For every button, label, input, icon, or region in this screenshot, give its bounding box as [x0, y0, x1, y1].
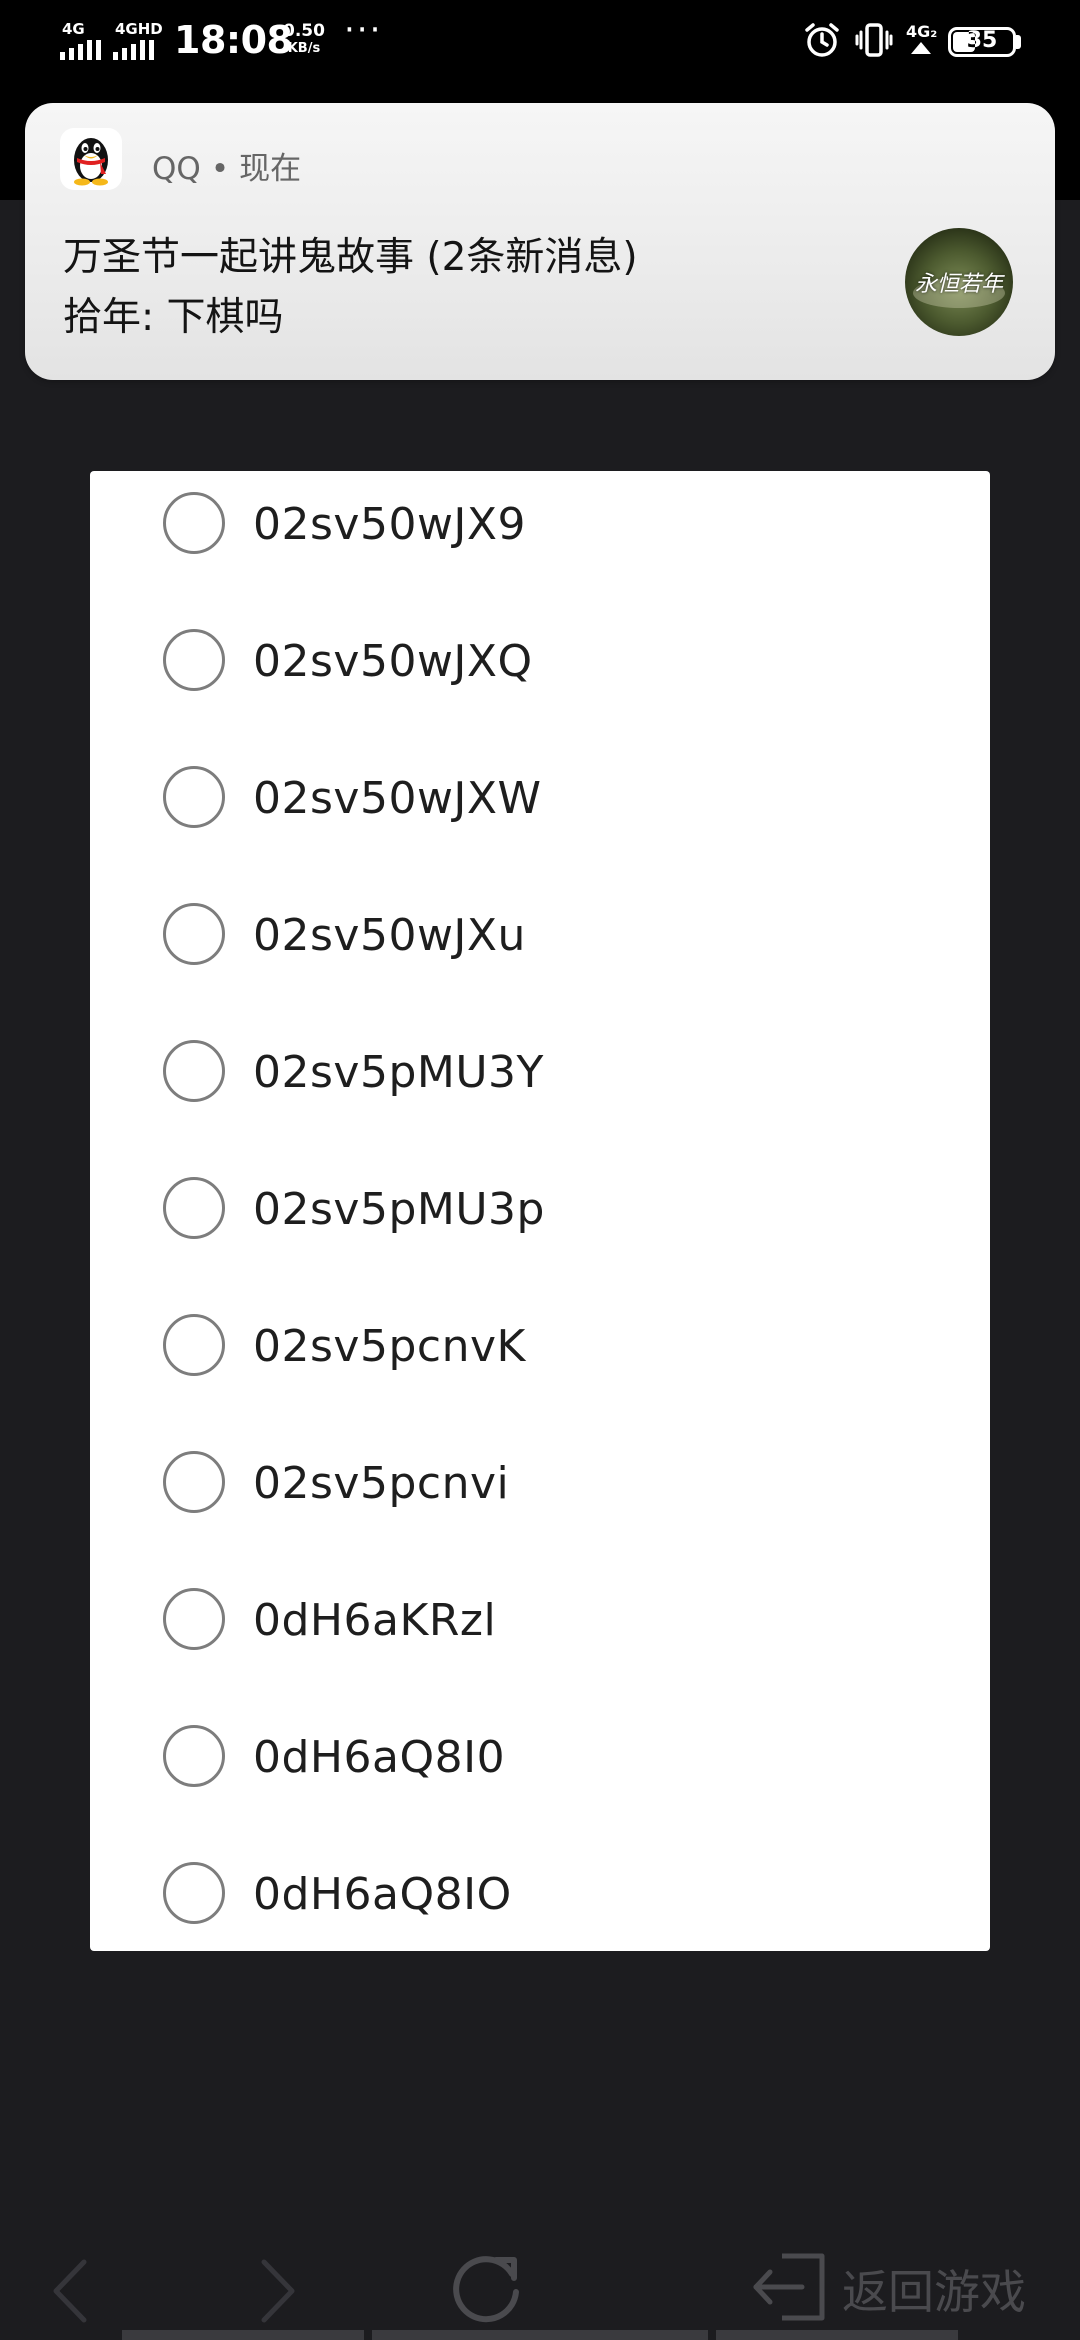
radio-button[interactable] [163, 766, 225, 828]
qq-notification[interactable]: QQ • 现在 万圣节一起讲鬼故事 (2条新消息) 拾年: 下棋吗 永恒若年 [25, 103, 1055, 380]
alarm-icon [805, 23, 839, 57]
bottom-toolbar: 返回游戏 [0, 2230, 1080, 2340]
radio-button[interactable] [163, 1725, 225, 1787]
radio-button[interactable] [163, 1314, 225, 1376]
option-label: 0dH6aQ8I0 [253, 1732, 506, 1783]
navigation-bar-segment [122, 2330, 364, 2340]
battery-tip [1016, 35, 1021, 49]
radio-option[interactable]: 02sv50wJXQ [90, 592, 990, 729]
more-notifications-icon: ··· [344, 10, 383, 50]
radio-option[interactable]: 02sv50wJX9 [90, 471, 990, 592]
avatar-text: 永恒若年 [914, 272, 1003, 297]
notification-separator: • [210, 151, 230, 187]
option-label: 0dH6aQ8IO [253, 1869, 512, 1920]
option-label: 02sv5pcnvK [253, 1321, 526, 1372]
option-label: 0dH6aKRzl [253, 1595, 497, 1646]
signal-network-label: 4GHD [115, 20, 163, 38]
network-speed: 0.50 KB/s [283, 22, 325, 58]
radio-option[interactable]: 0dH6aKRzl [90, 1551, 990, 1688]
radio-button[interactable] [163, 1040, 225, 1102]
battery-icon: 35 [948, 27, 1016, 57]
radio-button[interactable] [163, 492, 225, 554]
radio-option[interactable]: 02sv50wJXu [90, 866, 990, 1003]
notification-title: 万圣节一起讲鬼故事 (2条新消息) [63, 235, 638, 280]
option-label: 02sv5pcnvi [253, 1458, 510, 1509]
navigation-bar-segment [372, 2330, 708, 2340]
option-label: 02sv5pMU3Y [253, 1047, 544, 1098]
option-label: 02sv50wJX9 [253, 499, 527, 550]
radio-option[interactable]: 02sv5pMU3Y [90, 1003, 990, 1140]
signal-network-label: 4G [62, 20, 85, 38]
radio-option[interactable]: 0dH6aQ8IO [90, 1825, 990, 1951]
option-label: 02sv50wJXu [253, 910, 526, 961]
return-to-game-label: 返回游戏 [842, 2265, 1026, 2319]
radio-option[interactable]: 02sv5pcnvK [90, 1277, 990, 1414]
notification-app-name: QQ [152, 151, 201, 187]
selection-dialog: 02sv50wJX9 02sv50wJXQ 02sv50wJXW 02sv50w… [90, 471, 990, 1951]
notification-time: 现在 [239, 151, 302, 187]
chevron-left-icon[interactable] [50, 2258, 90, 2324]
radio-option[interactable]: 02sv5pMU3p [90, 1140, 990, 1277]
refresh-icon[interactable] [452, 2248, 524, 2324]
notification-app-info: QQ • 现在 [152, 143, 301, 188]
radio-button[interactable] [163, 1177, 225, 1239]
navigation-bar-segment [716, 2330, 958, 2340]
chevron-right-icon[interactable] [258, 2258, 298, 2324]
option-label: 02sv50wJXQ [253, 636, 533, 687]
signal-network-label: 4G₂ [906, 22, 938, 41]
radio-button[interactable] [163, 1588, 225, 1650]
group-avatar: 永恒若年 [905, 228, 1013, 336]
status-time: 18:08 [174, 18, 293, 62]
radio-button[interactable] [163, 629, 225, 691]
battery-level: 35 [966, 28, 998, 53]
option-label: 02sv5pMU3p [253, 1184, 545, 1235]
radio-option[interactable]: 0dH6aQ8I0 [90, 1688, 990, 1825]
network-speed-value: 0.50 [283, 21, 325, 41]
radio-option[interactable]: 02sv50wJXW [90, 729, 990, 866]
notification-message: 拾年: 下棋吗 [63, 295, 284, 340]
return-to-game-button[interactable]: 返回游戏 [752, 2250, 1052, 2330]
radio-option[interactable]: 02sv5pcnvi [90, 1414, 990, 1551]
cellular-signal-icon: 4G₂ [904, 22, 938, 58]
exit-icon [753, 2253, 825, 2321]
radio-button[interactable] [163, 903, 225, 965]
option-label: 02sv50wJXW [253, 773, 542, 824]
radio-button[interactable] [163, 1451, 225, 1513]
qq-penguin-icon [60, 128, 122, 190]
vibrate-icon [855, 23, 893, 57]
radio-button[interactable] [163, 1862, 225, 1924]
network-speed-unit: KB/s [287, 41, 321, 56]
